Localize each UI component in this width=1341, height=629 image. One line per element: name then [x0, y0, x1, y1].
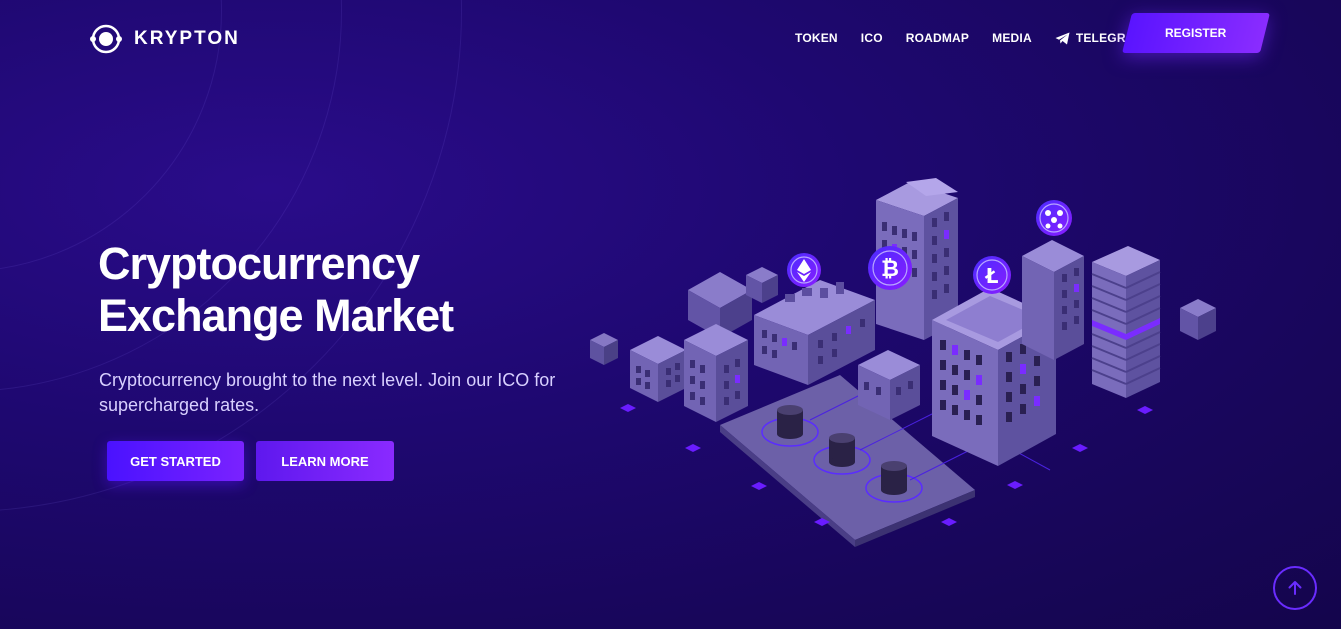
server-stack [881, 461, 907, 495]
cube-small [1180, 299, 1216, 340]
learn-more-button[interactable]: LEARN MORE [256, 441, 394, 481]
brand-name: KRYPTON [134, 28, 240, 49]
bitcoin-icon: ₿ [868, 246, 912, 290]
building-medium [1022, 240, 1084, 360]
navbar: KRYPTON TOKEN ICO ROADMAP MEDIA TELEGRAM… [0, 0, 1341, 78]
scroll-to-top-button[interactable] [1273, 566, 1317, 610]
svg-text:₿: ₿ [881, 257, 899, 282]
svg-text:Ł: Ł [985, 264, 999, 288]
logo[interactable]: KRYPTON [88, 21, 240, 57]
building-small [684, 324, 748, 422]
nav-item-label: TOKEN [795, 31, 838, 45]
server-stack [829, 433, 855, 467]
nav-item-label: ICO [860, 31, 883, 45]
get-started-label: GET STARTED [130, 453, 221, 469]
hero-section: KRYPTON TOKEN ICO ROADMAP MEDIA TELEGRAM… [0, 0, 1341, 629]
register-button-label: REGISTER [1165, 26, 1227, 40]
building-small [630, 336, 686, 402]
nav-item-label: ROADMAP [905, 31, 970, 45]
nav-menu: TOKEN ICO ROADMAP MEDIA TELEGRAM [795, 31, 1168, 45]
get-started-button[interactable]: GET STARTED [107, 441, 244, 481]
cube-small [590, 333, 618, 365]
server-stack [777, 405, 803, 439]
hero-title-line1: Cryptocurrency [98, 238, 420, 289]
nav-item-label: MEDIA [992, 31, 1032, 45]
register-button[interactable]: REGISTER [1122, 13, 1270, 53]
nav-item-ico[interactable]: ICO [861, 31, 883, 45]
hero-title-line2: Exchange Market [98, 290, 454, 341]
learn-more-label: LEARN MORE [281, 453, 369, 469]
isometric-city-illustration: ₿ Ł [590, 178, 1216, 547]
logo-icon [90, 24, 122, 54]
hero-subtitle: Cryptocurrency brought to the next level… [99, 370, 556, 415]
arrow-up-icon [1288, 581, 1302, 595]
nav-item-token[interactable]: TOKEN [795, 31, 838, 45]
ethereum-icon [787, 253, 821, 287]
ripple-icon [1036, 200, 1072, 236]
tower-striped [1091, 246, 1161, 398]
nav-item-roadmap[interactable]: ROADMAP [906, 31, 969, 45]
telegram-icon [1055, 32, 1070, 44]
hero-title: Cryptocurrency Exchange Market [98, 238, 618, 342]
litecoin-icon: Ł [973, 256, 1011, 294]
nav-item-media[interactable]: MEDIA [992, 31, 1032, 45]
